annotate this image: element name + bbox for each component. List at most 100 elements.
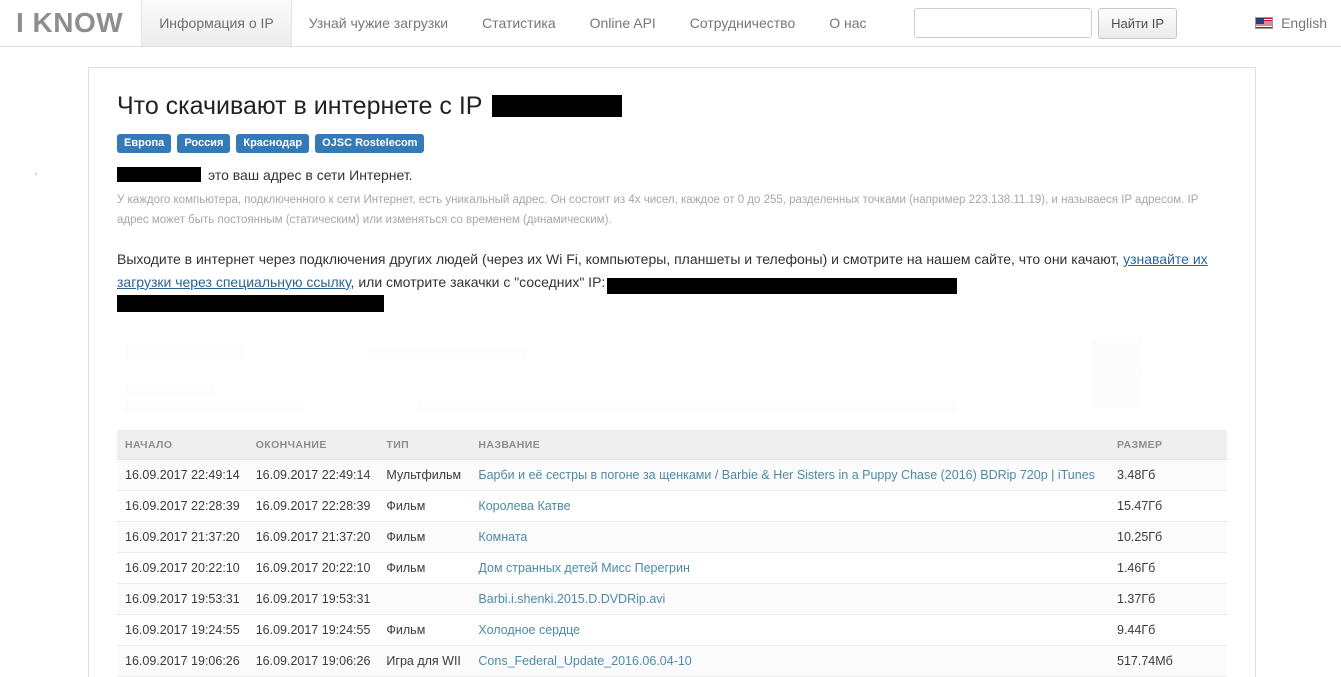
download-name-link[interactable]: Barbi.i.shenki.2015.D.DVDRip.avi: [478, 592, 665, 606]
column-header-type[interactable]: ТИП: [378, 430, 471, 461]
cell-type: [378, 583, 471, 616]
cell-size: 9.44Гб: [1109, 614, 1227, 647]
cell-size: 15.47Гб: [1109, 490, 1227, 523]
redacted-neighbour-ip-2: [117, 295, 384, 313]
badge-continent[interactable]: Европа: [117, 133, 172, 153]
nav-item-label: Информация о IP: [159, 15, 274, 31]
nav-item-label: Статистика: [482, 15, 556, 31]
ad-ghost-block: [1092, 338, 1142, 409]
cell-start: 16.09.2017 20:22:10: [117, 552, 248, 585]
ad-ghost-block: [367, 348, 527, 359]
nav-item-about[interactable]: О нас: [812, 0, 883, 46]
redacted-ip-title: [492, 95, 623, 118]
us-flag-icon: [1255, 17, 1274, 29]
cell-name: Комната: [470, 521, 1109, 554]
download-name-link[interactable]: Барби и её сестры в погоне за щенками / …: [478, 468, 1095, 482]
cell-name: Королева Катве: [470, 490, 1109, 523]
nav-item-label: О нас: [829, 15, 867, 31]
cell-start: 16.09.2017 19:06:26: [117, 645, 248, 677]
your-address-line: это ваш адрес в сети Интернет.: [117, 167, 1227, 183]
downloads-table-body: 16.09.2017 22:49:14 16.09.2017 22:49:14 …: [117, 459, 1227, 677]
cell-type: Фильм: [378, 490, 471, 523]
cell-type: Фильм: [378, 521, 471, 554]
table-row: 16.09.2017 21:37:20 16.09.2017 21:37:20 …: [117, 521, 1227, 554]
column-header-name[interactable]: НАЗВАНИЕ: [470, 430, 1109, 461]
downloads-table: НАЧАЛО ОКОНЧАНИЕ ТИП НАЗВАНИЕ РАЗМЕР 16.…: [117, 430, 1227, 677]
download-name-link[interactable]: Дом странных детей Мисс Перегрин: [478, 561, 689, 575]
column-header-size[interactable]: РАЗМЕР: [1109, 430, 1227, 461]
cell-name: Холодное сердце: [470, 614, 1109, 647]
cell-end: 16.09.2017 19:24:55: [247, 614, 379, 647]
badge-country[interactable]: Россия: [177, 133, 231, 153]
table-header-row: НАЧАЛО ОКОНЧАНИЕ ТИП НАЗВАНИЕ РАЗМЕР: [117, 430, 1227, 461]
ip-description-text: У каждого компьютера, подключенного к се…: [117, 193, 1199, 226]
nav-item-ip-info[interactable]: Информация о IP: [141, 0, 292, 46]
cell-name: Дом странных детей Мисс Перегрин: [470, 552, 1109, 585]
cell-name: Cons_Federal_Update_2016.06.04-10: [470, 645, 1109, 677]
table-row: 16.09.2017 19:06:26 16.09.2017 19:06:26 …: [117, 645, 1227, 677]
table-row: 16.09.2017 19:53:31 16.09.2017 19:53:31 …: [117, 583, 1227, 616]
redacted-neighbour-ip-1: [607, 277, 958, 294]
lead-paragraph: Выходите в интернет через подключения др…: [117, 248, 1225, 313]
top-navbar: I KNOW Информация о IP Узнай чужие загру…: [0, 0, 1341, 47]
download-name-link[interactable]: Холодное сердце: [478, 623, 580, 637]
cell-end: 16.09.2017 22:28:39: [247, 490, 379, 523]
navbar-right-group: Найти IP English: [914, 0, 1341, 46]
ad-ghost-block: [417, 402, 957, 413]
nav-item-statistics[interactable]: Статистика: [465, 0, 573, 46]
nav-item-online-api[interactable]: Online API: [573, 0, 673, 46]
ad-ghost-block: [125, 346, 245, 359]
cell-end: 16.09.2017 19:53:31: [247, 583, 379, 616]
cell-name: Барби и её сестры в погоне за щенками / …: [470, 459, 1109, 492]
cell-size: 517.74Мб: [1109, 645, 1227, 677]
cell-name: Barbi.i.shenki.2015.D.DVDRip.avi: [470, 583, 1109, 616]
lead-text-part1: Выходите в интернет через подключения др…: [117, 251, 1124, 267]
language-switcher[interactable]: English: [1255, 15, 1327, 31]
cell-size: 3.48Гб: [1109, 459, 1227, 492]
cell-start: 16.09.2017 21:37:20: [117, 521, 248, 554]
cell-type: Мультфильм: [378, 459, 471, 492]
cell-type: Фильм: [378, 614, 471, 647]
table-row: 16.09.2017 22:28:39 16.09.2017 22:28:39 …: [117, 490, 1227, 523]
cell-size: 1.37Гб: [1109, 583, 1227, 616]
stray-mark: ': [35, 170, 38, 184]
table-row: 16.09.2017 19:24:55 16.09.2017 19:24:55 …: [117, 614, 1227, 647]
column-header-end[interactable]: ОКОНЧАНИЕ: [247, 430, 379, 461]
nav-item-label: Online API: [589, 15, 656, 31]
cell-end: 16.09.2017 19:06:26: [247, 645, 379, 677]
lead-text-part2: , или смотрите закачки с "соседних" IP:: [350, 273, 606, 290]
content-card: Что скачивают в интернете с IP Европа Ро…: [88, 67, 1256, 677]
download-name-link[interactable]: Королева Катве: [478, 499, 570, 513]
ad-ghost-line: [125, 372, 1225, 374]
cell-start: 16.09.2017 19:53:31: [117, 583, 248, 616]
downloads-table-head: НАЧАЛО ОКОНЧАНИЕ ТИП НАЗВАНИЕ РАЗМЕР: [117, 430, 1227, 461]
nav-item-others-downloads[interactable]: Узнай чужие загрузки: [292, 0, 465, 46]
your-address-text: это ваш адрес в сети Интернет.: [208, 166, 413, 183]
nav-item-cooperation[interactable]: Сотрудничество: [673, 0, 812, 46]
ip-search-input[interactable]: [914, 8, 1093, 38]
cell-end: 16.09.2017 21:37:20: [247, 521, 379, 554]
ad-ghost-block: [125, 402, 305, 413]
ad-banner-area[interactable]: [117, 328, 1227, 424]
nav-item-label: Сотрудничество: [689, 15, 796, 31]
badge-city[interactable]: Краснодар: [236, 133, 310, 153]
table-row: 16.09.2017 20:22:10 16.09.2017 20:22:10 …: [117, 552, 1227, 585]
cell-type: Фильм: [378, 552, 471, 585]
page-title: Что скачивают в интернете с IP: [117, 92, 1227, 121]
cell-start: 16.09.2017 19:24:55: [117, 614, 248, 647]
cell-start: 16.09.2017 22:28:39: [117, 490, 248, 523]
nav-menu: Информация о IP Узнай чужие загрузки Ста…: [141, 0, 883, 46]
cell-size: 1.46Гб: [1109, 552, 1227, 585]
column-header-start[interactable]: НАЧАЛО: [117, 430, 248, 461]
cell-end: 16.09.2017 22:49:14: [247, 459, 379, 492]
language-label: English: [1281, 15, 1327, 31]
badge-provider[interactable]: OJSC Rostelecom: [315, 133, 425, 153]
download-name-link[interactable]: Комната: [478, 530, 527, 544]
site-logo[interactable]: I KNOW: [0, 0, 141, 46]
content-card-inner: Что скачивают в интернете с IP Европа Ро…: [89, 68, 1255, 677]
redacted-ip-inline: [117, 167, 201, 183]
download-name-link[interactable]: Cons_Federal_Update_2016.06.04-10: [478, 654, 691, 668]
cell-end: 16.09.2017 20:22:10: [247, 552, 379, 585]
cell-size: 10.25Гб: [1109, 521, 1227, 554]
find-ip-button[interactable]: Найти IP: [1098, 7, 1178, 39]
